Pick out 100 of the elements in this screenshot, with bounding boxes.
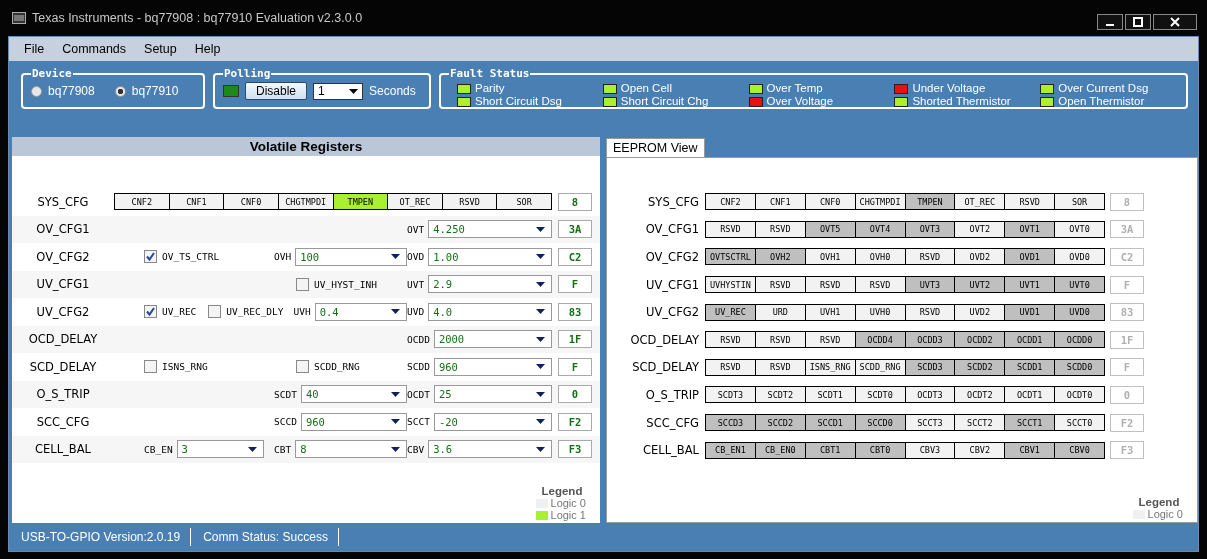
bit-cell: UVT0 bbox=[1055, 277, 1104, 293]
bit-cell: SCCD3 bbox=[706, 415, 756, 431]
caret-icon bbox=[536, 419, 545, 425]
bit-cell: OVT0 bbox=[1055, 221, 1104, 237]
field-label: OCDT bbox=[407, 388, 430, 400]
checkbox[interactable]: OV_TS_CTRL bbox=[144, 250, 220, 264]
bit-cell: OVH0 bbox=[855, 249, 906, 265]
disable-button[interactable]: Disable bbox=[245, 82, 308, 100]
menu-item[interactable]: Setup bbox=[135, 42, 186, 56]
hex-value: 83 bbox=[558, 302, 592, 321]
bit-cell[interactable]: RSVD bbox=[442, 194, 498, 210]
bit-cell: UVT2 bbox=[955, 277, 1006, 293]
dropdown[interactable]: 25 bbox=[433, 385, 552, 404]
menu-item[interactable]: File bbox=[15, 42, 54, 56]
dropdown[interactable]: 40 bbox=[300, 385, 407, 404]
bit-cell[interactable]: SOR bbox=[497, 194, 551, 210]
bit-cell: SCDD2 bbox=[955, 359, 1006, 375]
fault-label: Over Temp bbox=[766, 82, 823, 95]
bit-cell: OVH2 bbox=[755, 249, 806, 265]
tab[interactable]: EEPROM View bbox=[606, 138, 705, 157]
minimize-button[interactable] bbox=[1097, 14, 1123, 30]
register-name: OV_CFG1 bbox=[35, 222, 91, 237]
register-name: SYS_CFG bbox=[36, 194, 90, 209]
hex-value: C2 bbox=[1110, 248, 1144, 266]
caret-icon bbox=[391, 446, 400, 452]
dropdown[interactable]: 3 bbox=[176, 440, 264, 459]
dropdown[interactable]: 3.6 bbox=[428, 440, 552, 459]
bit-cell: SCDD0 bbox=[1055, 359, 1104, 375]
fault-label: Over Current Dsg bbox=[1058, 82, 1149, 95]
caret-icon bbox=[536, 391, 545, 397]
field-label: OCDD bbox=[407, 333, 430, 345]
dropdown[interactable]: 960 bbox=[300, 412, 407, 431]
fault-label: Over Voltage bbox=[766, 95, 834, 108]
bit-cell: OCDD4 bbox=[855, 332, 906, 348]
maximize-button[interactable] bbox=[1125, 14, 1151, 30]
dropdown[interactable]: 8 bbox=[295, 440, 407, 459]
bit-cell: UVD0 bbox=[1055, 304, 1104, 320]
group-title: Fault Status bbox=[449, 67, 531, 80]
field-label: SCDD bbox=[407, 361, 430, 373]
interval-dropdown[interactable]: 1 bbox=[313, 82, 364, 100]
dropdown[interactable]: 4.250 bbox=[428, 220, 552, 239]
bit-cell: UVT1 bbox=[1005, 277, 1056, 293]
radio-button[interactable]: bq77908 bbox=[31, 84, 95, 98]
dropdown[interactable]: 1.00 bbox=[428, 247, 552, 266]
fault-label: Short Circuit Chg bbox=[620, 95, 709, 108]
bit-cell: OCDT2 bbox=[955, 387, 1006, 403]
dropdown[interactable]: 4.0 bbox=[428, 302, 552, 321]
bit-cell: SCCT1 bbox=[1005, 415, 1056, 431]
bit-cell: OVT2 bbox=[955, 221, 1006, 237]
bit-cell[interactable]: CNF1 bbox=[169, 194, 225, 210]
bit-cell: CBV3 bbox=[905, 442, 956, 458]
checkbox[interactable]: UV_REC bbox=[144, 305, 197, 319]
bit-cell: RSVD bbox=[1005, 194, 1056, 210]
field-label: SCCT bbox=[407, 416, 430, 428]
dropdown[interactable]: -20 bbox=[433, 412, 552, 431]
dropdown[interactable]: 0.4 bbox=[314, 302, 407, 321]
panel-header: Volatile Registers bbox=[12, 137, 600, 156]
caret-icon bbox=[391, 254, 400, 260]
close-button[interactable] bbox=[1153, 14, 1197, 30]
checkbox[interactable]: UV_HYST_INH bbox=[296, 277, 377, 291]
checkbox[interactable]: UV_REC_DLY bbox=[208, 305, 284, 319]
field-label: UVD bbox=[407, 306, 425, 318]
bit-cell[interactable]: TMPEN bbox=[333, 194, 389, 210]
dropdown[interactable]: 100 bbox=[295, 247, 407, 266]
field-label: CBT bbox=[274, 443, 292, 455]
caret-icon bbox=[536, 336, 545, 342]
bit-cell: OCDD1 bbox=[1005, 332, 1056, 348]
hex-value: 3A bbox=[558, 220, 592, 239]
bit-cell: RSVD bbox=[755, 332, 806, 348]
bit-cell[interactable]: CNF2 bbox=[115, 194, 170, 210]
bit-cell[interactable]: OT_REC bbox=[388, 194, 443, 210]
bit-cell: SCDT2 bbox=[755, 387, 806, 403]
menu-item[interactable]: Commands bbox=[53, 42, 136, 56]
bit-cell: ISNS_RNG bbox=[805, 359, 856, 375]
hex-value: F bbox=[558, 357, 592, 376]
bit-cell: CBV2 bbox=[955, 442, 1006, 458]
dropdown[interactable]: 2.9 bbox=[428, 275, 552, 294]
bit-cell: CB_EN0 bbox=[755, 442, 806, 458]
bit-cell: SCCT0 bbox=[1055, 415, 1104, 431]
radio-button[interactable]: bq77910 bbox=[114, 84, 179, 98]
bit-cell: OVD2 bbox=[955, 249, 1006, 265]
checkbox[interactable]: SCDD_RNG bbox=[296, 360, 360, 374]
checkbox[interactable]: ISNS_RNG bbox=[144, 360, 208, 374]
caret-icon bbox=[391, 391, 400, 397]
caret-icon bbox=[536, 281, 545, 287]
dropdown[interactable]: 960 bbox=[433, 357, 552, 376]
caret-icon bbox=[536, 254, 545, 260]
caret-icon bbox=[391, 419, 400, 425]
bit-cell: SCCD1 bbox=[805, 415, 856, 431]
register-name: SCC_CFG bbox=[35, 414, 91, 429]
bit-cell[interactable]: CNF0 bbox=[224, 194, 279, 210]
bit-cell: SCCT2 bbox=[955, 415, 1006, 431]
dropdown[interactable]: 2000 bbox=[433, 330, 552, 349]
close-icon bbox=[1169, 17, 1181, 27]
bit-cell: RSVD bbox=[706, 221, 756, 237]
bit-cell[interactable]: CHGTMPDI bbox=[278, 194, 334, 210]
menu-item[interactable]: Help bbox=[185, 42, 230, 56]
hex-value: F2 bbox=[1110, 413, 1144, 432]
hex-value: 0 bbox=[1110, 385, 1144, 404]
bit-cell: OCDD3 bbox=[905, 332, 956, 348]
